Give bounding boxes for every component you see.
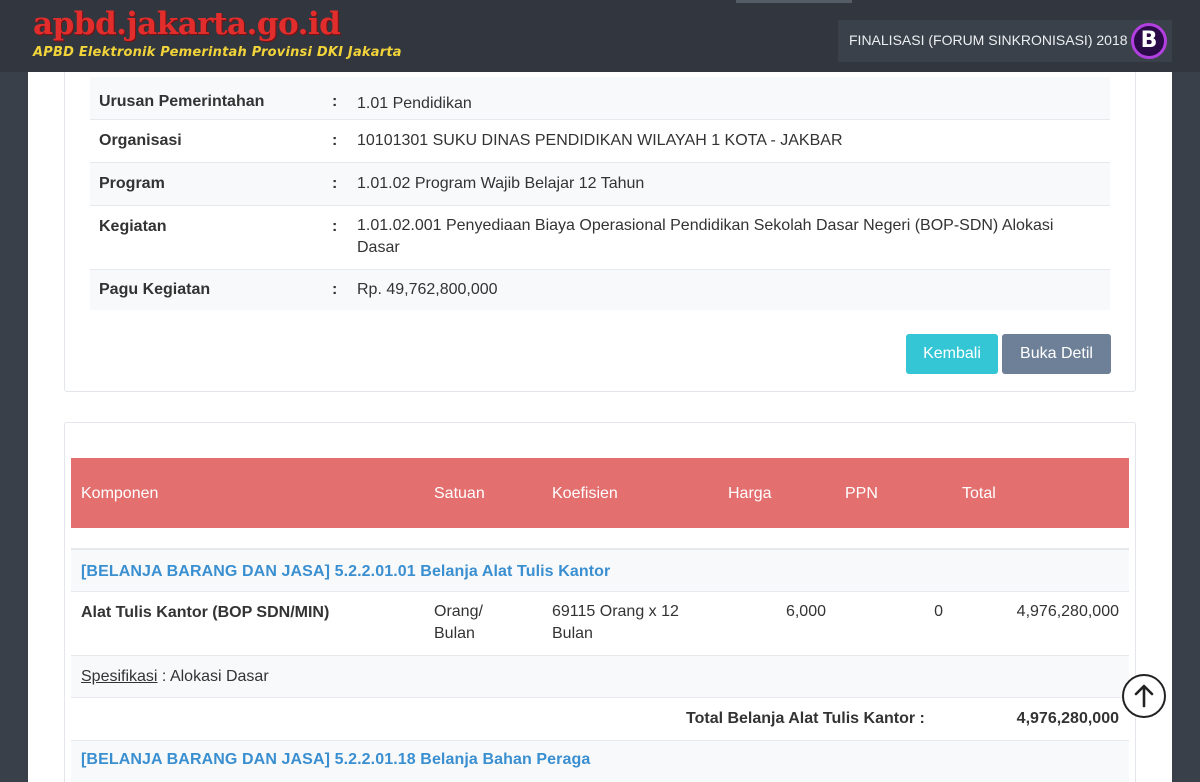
spec-label: Spesifikasi bbox=[81, 668, 158, 685]
table-row: Alat Tulis Kantor (BOP SDN/MIN) Orang/ B… bbox=[71, 592, 1129, 655]
site-subtitle: APBD Elektronik Pemerintah Provinsi DKI … bbox=[33, 45, 402, 60]
info-value: 1.01.02.001 Penyediaan Biaya Operasional… bbox=[357, 217, 1054, 256]
info-value: Rp. 49,762,800,000 bbox=[357, 281, 498, 298]
info-label: Organisasi bbox=[99, 132, 182, 149]
spec-text: Spesifikasi : Alokasi Dasar bbox=[81, 666, 269, 688]
info-label: Urusan Pemerintahan bbox=[99, 93, 265, 110]
info-value: 10101301 SUKU DINAS PENDIDIKAN WILAYAH 1… bbox=[357, 132, 843, 149]
group-total-label: Total Belanja Alat Tulis Kantor : bbox=[686, 710, 925, 727]
info-row-program: Program : 1.01.02 Program Wajib Belajar … bbox=[90, 163, 1110, 205]
column-harga: Harga bbox=[728, 485, 772, 502]
group-title-link[interactable]: [BELANJA BARANG DAN JASA] 5.2.2.01.01 Be… bbox=[81, 563, 610, 581]
info-row-organisasi: Organisasi : 10101301 SUKU DINAS PENDIDI… bbox=[90, 120, 1110, 162]
column-total: Total bbox=[962, 485, 996, 502]
cell-komponen: Alat Tulis Kantor (BOP SDN/MIN) bbox=[81, 604, 330, 621]
info-label: Kegiatan bbox=[99, 218, 167, 235]
group-row: [BELANJA BARANG DAN JASA] 5.2.2.01.01 Be… bbox=[71, 550, 1129, 591]
info-row-urusan: Urusan Pemerintahan : 1.01 Pendidikan bbox=[90, 77, 1110, 119]
group-title-link[interactable]: [BELANJA BARANG DAN JASA] 5.2.2.01.18 Be… bbox=[81, 751, 590, 769]
table-header: Komponen Satuan Koefisien Harga PPN Tota… bbox=[71, 458, 1129, 528]
buka-detil-button[interactable]: Buka Detil bbox=[1002, 334, 1111, 374]
spec-row: Spesifikasi : Alokasi Dasar bbox=[71, 656, 1129, 697]
info-colon: : bbox=[332, 175, 338, 192]
cell-total: 4,976,280,000 bbox=[1016, 603, 1119, 620]
info-label: Program bbox=[99, 175, 165, 192]
column-komponen: Komponen bbox=[81, 485, 159, 502]
info-value: 1.01 Pendidikan bbox=[357, 95, 472, 112]
info-colon: : bbox=[332, 132, 338, 149]
group-total-row: Total Belanja Alat Tulis Kantor : 4,976,… bbox=[71, 698, 1129, 740]
kembali-button[interactable]: Kembali bbox=[906, 334, 998, 374]
site-header: apbd.jakarta.go.id APBD Elektronik Pemer… bbox=[0, 0, 1200, 72]
group-total-value: 4,976,280,000 bbox=[1016, 710, 1119, 727]
info-colon: : bbox=[332, 93, 338, 110]
main-content: Urusan Pemerintahan : 1.01 Pendidikan Or… bbox=[28, 72, 1172, 782]
group-row: [BELANJA BARANG DAN JASA] 5.2.2.01.18 Be… bbox=[71, 741, 1129, 782]
b-badge-icon[interactable]: B bbox=[1131, 23, 1167, 59]
column-ppn: PPN bbox=[845, 485, 878, 502]
info-row-kegiatan: Kegiatan : 1.01.02.001 Penyediaan Biaya … bbox=[90, 206, 1110, 269]
cell-ppn: 0 bbox=[934, 603, 943, 620]
info-colon: : bbox=[332, 281, 338, 298]
arrow-up-circle-icon[interactable] bbox=[1122, 674, 1166, 718]
spec-value: : Alokasi Dasar bbox=[157, 668, 269, 685]
info-value: 1.01.02 Program Wajib Belajar 12 Tahun bbox=[357, 175, 645, 192]
column-satuan: Satuan bbox=[434, 485, 485, 502]
column-koefisien: Koefisien bbox=[552, 485, 618, 502]
cell-harga: 6,000 bbox=[785, 603, 826, 620]
header-tab-indicator bbox=[736, 0, 852, 3]
phase-label: FINALISASI (FORUM SINKRONISASI) 2018 bbox=[849, 32, 1128, 48]
info-label: Pagu Kegiatan bbox=[99, 281, 211, 298]
site-title[interactable]: apbd.jakarta.go.id bbox=[33, 6, 341, 42]
info-colon: : bbox=[332, 218, 338, 235]
info-row-pagu: Pagu Kegiatan : Rp. 49,762,800,000 bbox=[90, 270, 1110, 310]
cell-satuan: Orang/ Bulan bbox=[434, 603, 483, 642]
arrow-up-glyph bbox=[1134, 684, 1154, 708]
cell-koefisien: 69115 Orang x 12 Bulan bbox=[552, 603, 679, 642]
